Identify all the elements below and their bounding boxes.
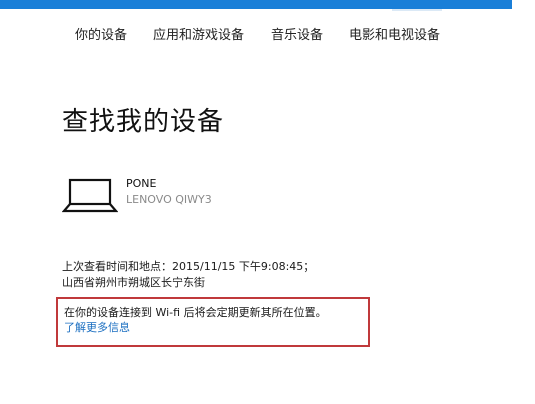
location-info-box: 在你的设备连接到 Wi-fi 后将会定期更新其所在位置。 了解更多信息 <box>56 297 370 347</box>
learn-more-link[interactable]: 了解更多信息 <box>64 321 130 335</box>
nav-item-apps-games-devices[interactable]: 应用和游戏设备 <box>153 26 244 46</box>
device-entry[interactable]: PONE LENOVO QIWY3 <box>61 176 322 216</box>
device-model: LENOVO QIWY3 <box>126 193 212 206</box>
top-bar-highlight <box>392 9 442 11</box>
page-title: 查找我的设备 <box>62 107 225 137</box>
device-name: PONE <box>126 177 157 190</box>
nav-item-music-devices[interactable]: 音乐设备 <box>271 26 323 46</box>
nav-item-movies-tv-devices[interactable]: 电影和电视设备 <box>349 26 440 46</box>
location-update-message: 在你的设备连接到 Wi-fi 后将会定期更新其所在位置。 <box>64 306 327 319</box>
nav-item-your-devices[interactable]: 你的设备 <box>75 26 127 46</box>
top-accent-bar <box>0 0 512 9</box>
laptop-icon <box>61 178 119 214</box>
device-category-nav: 你的设备 应用和游戏设备 音乐设备 电影和电视设备 <box>0 26 535 48</box>
last-seen-info: 上次查看时间和地点：2015/11/15 下午9:08:45；山西省朔州市朔城区… <box>62 260 315 289</box>
